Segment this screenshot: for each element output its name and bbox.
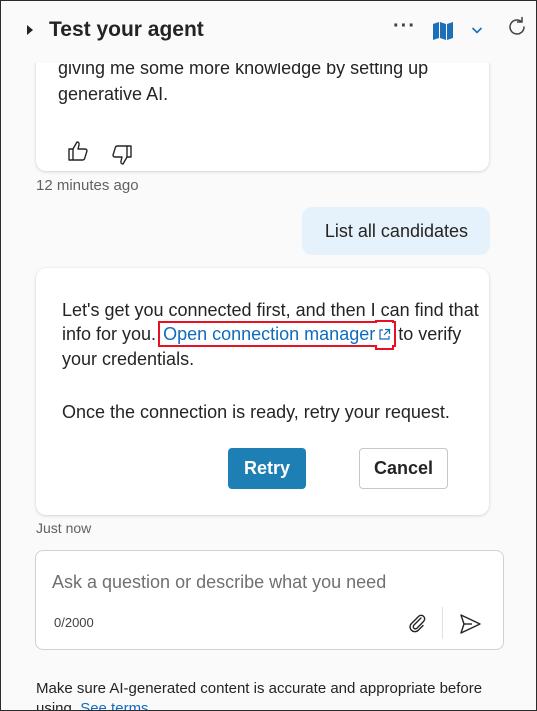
external-link-icon[interactable]	[378, 323, 391, 347]
bot-message-card: Let's get you connected first, and then …	[36, 268, 489, 515]
connection-manager-link-text[interactable]: Open connection manager	[163, 324, 375, 344]
composer-divider	[442, 607, 443, 639]
open-connection-manager-link[interactable]: Open connection manager	[158, 321, 397, 347]
character-count: 0/2000	[54, 615, 94, 630]
test-agent-panel: giving me some more knowledge by setting…	[0, 0, 537, 711]
cancel-button[interactable]: Cancel	[359, 448, 448, 489]
retry-button[interactable]: Retry	[228, 448, 306, 489]
previous-message-timestamp: 12 minutes ago	[36, 177, 139, 194]
ai-disclaimer: Make sure AI-generated content is accura…	[36, 679, 496, 710]
thumbs-down-icon[interactable]	[110, 143, 134, 172]
bot-message-paragraph-2: Once the connection is ready, retry your…	[62, 402, 450, 422]
send-icon[interactable]	[458, 613, 482, 640]
collapse-arrow-icon[interactable]	[27, 25, 33, 35]
panel-header: Test your agent ···	[1, 1, 536, 63]
previous-message-line-2: generative AI.	[58, 84, 169, 104]
bot-message-timestamp: Just now	[36, 520, 92, 536]
attach-icon[interactable]	[406, 612, 428, 639]
user-message-bubble: List all candidates	[302, 207, 490, 255]
bot-message-text: Let's get you connected first, and then …	[62, 298, 482, 424]
message-input[interactable]	[52, 569, 472, 595]
thumbs-up-icon[interactable]	[66, 139, 90, 168]
panel-title: Test your agent	[49, 18, 204, 41]
user-message-text: List all candidates	[324, 221, 468, 241]
see-terms-link[interactable]: See terms	[80, 700, 148, 710]
refresh-icon[interactable]	[506, 16, 528, 43]
more-options-icon[interactable]: ···	[393, 15, 416, 38]
chevron-down-icon[interactable]	[471, 22, 483, 40]
map-icon[interactable]	[431, 21, 455, 46]
message-composer: 0/2000	[35, 550, 504, 650]
